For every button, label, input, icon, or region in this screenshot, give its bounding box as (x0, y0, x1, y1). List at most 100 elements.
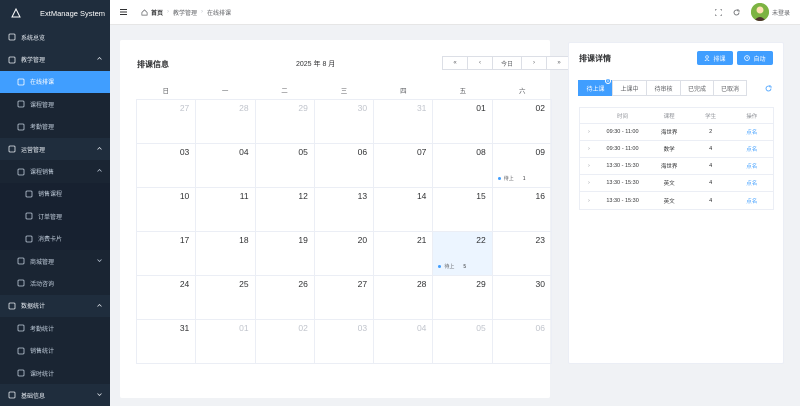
calendar-day-cell[interactable]: 17 (137, 232, 197, 276)
day-event[interactable]: 待上 5 (438, 263, 466, 270)
calendar-grid: 日一二三四五六 27 28 29 30 31 01 02 03 04 05 06 07 08 09 待上 1 1… (136, 84, 552, 364)
refresh-icon[interactable] (765, 85, 772, 92)
app-logo[interactable]: ExtManage System (0, 0, 110, 26)
sidebar-item-13[interactable]: 考勤统计 (0, 317, 110, 340)
calendar-day-cell[interactable]: 01 (196, 320, 256, 364)
calendar-day-cell[interactable]: 08 (433, 144, 493, 188)
expand-row-icon[interactable]: › (580, 129, 598, 135)
sidebar-item-14[interactable]: 销售统计 (0, 339, 110, 362)
user-login-status[interactable]: 未登录 (772, 8, 790, 17)
sidebar-item-2[interactable]: 在线排课 (0, 70, 110, 94)
calendar-day-cell[interactable]: 31 (137, 320, 197, 364)
sidebar-item-label: 基础信息 (21, 393, 46, 400)
calendar-day-cell[interactable]: 12 (255, 188, 315, 232)
calendar-day-cell[interactable]: 02 (492, 100, 552, 144)
calendar-day-cell[interactable]: 31 (374, 100, 434, 144)
expand-row-icon[interactable]: › (580, 198, 598, 204)
calendar-day-cell[interactable]: 06 (314, 144, 375, 188)
breadcrumb-home[interactable]: 首页 (151, 8, 163, 17)
calendar-week-row: 31 01 02 03 04 05 06 (137, 320, 552, 364)
prev-year-button[interactable]: « (442, 56, 468, 70)
sidebar-item-1[interactable]: 教学管理 (0, 48, 110, 70)
calendar-day-cell[interactable]: 29 (433, 276, 493, 320)
sidebar-item-4[interactable]: 考勤管理 (0, 115, 110, 138)
calendar-icon (17, 78, 25, 86)
avatar[interactable] (750, 3, 769, 21)
calendar-day-cell[interactable]: 27 (137, 100, 197, 144)
sidebar-item-11[interactable]: 活动咨询 (0, 272, 110, 295)
refresh-page-icon[interactable] (733, 8, 740, 16)
calendar-day-cell[interactable]: 13 (314, 188, 375, 232)
breadcrumb-teaching[interactable]: 教学管理 (173, 8, 197, 17)
calendar-day-cell[interactable]: 25 (196, 276, 256, 320)
calendar-day-cell[interactable]: 09 待上 1 (492, 144, 552, 188)
calendar-day-cell[interactable]: 14 (374, 188, 434, 232)
cell-course: 英文 (663, 198, 675, 205)
expand-row-icon[interactable]: › (580, 163, 598, 169)
roll-call-link[interactable]: 点名 (730, 179, 773, 187)
sidebar-item-label: 课程销售 (30, 170, 55, 177)
course-icon (17, 100, 25, 108)
calendar-day-cell[interactable]: 05 (433, 320, 493, 364)
today-button[interactable]: 今日 (492, 56, 522, 70)
calendar-day-cell[interactable]: 28 (374, 276, 434, 320)
calendar-day-cell[interactable]: 15 (433, 188, 493, 232)
calendar-day-cell[interactable]: 30 (492, 276, 552, 320)
sidebar-item-16[interactable]: 基础信息 (0, 384, 110, 406)
day-event[interactable]: 待上 1 (497, 175, 525, 182)
sidebar-item-5[interactable]: 运营管理 (0, 138, 110, 160)
tab-0[interactable]: 待上课 0 (578, 78, 613, 96)
sidebar-item-12[interactable]: 数据统计 (0, 295, 110, 317)
calendar-day-cell[interactable]: 28 (196, 100, 256, 144)
calendar-day-cell[interactable]: 29 (255, 100, 315, 144)
roll-call-link[interactable]: 点名 (730, 128, 773, 136)
calendar-day-cell[interactable]: 01 (433, 100, 493, 144)
calendar-day-cell[interactable]: 04 (374, 320, 434, 364)
expand-row-icon[interactable]: › (580, 146, 598, 152)
calendar-day-cell[interactable]: 30 (314, 100, 375, 144)
sidebar-item-6[interactable]: 课程销售 (0, 160, 110, 183)
sidebar-item-15[interactable]: 课时统计 (0, 361, 110, 385)
calendar-day-cell[interactable]: 26 (255, 276, 315, 320)
auto-schedule-button[interactable]: 自动 (737, 51, 773, 65)
tab-1[interactable]: 上课中 (612, 80, 647, 96)
prev-month-button[interactable]: ‹ (467, 56, 493, 70)
calendar-day-cell[interactable]: 19 (255, 232, 315, 276)
calendar-day-cell[interactable]: 04 (196, 144, 256, 188)
calendar-day-cell[interactable]: 27 (314, 276, 375, 320)
expand-row-icon[interactable]: › (580, 180, 598, 186)
calendar-day-cell[interactable]: 20 (314, 232, 375, 276)
sidebar-item-9[interactable]: 消费卡片 (0, 227, 110, 250)
tab-2[interactable]: 待审核 (646, 80, 681, 96)
calendar-day-cell[interactable]: 06 (492, 320, 552, 364)
roll-call-link[interactable]: 点名 (730, 162, 773, 170)
calendar-day-cell[interactable]: 18 (196, 232, 256, 276)
sidebar-item-10[interactable]: 商城管理 (0, 249, 110, 273)
next-month-button[interactable]: › (521, 56, 547, 70)
tab-4[interactable]: 已取消 (713, 80, 747, 96)
arrange-course-button[interactable]: 排课 (697, 51, 733, 65)
calendar-day-cell[interactable]: 10 (137, 188, 197, 232)
sidebar-item-8[interactable]: 订单管理 (0, 205, 110, 228)
calendar-day-cell[interactable]: 02 (255, 320, 315, 364)
calendar-day-cell[interactable]: 11 (196, 188, 256, 232)
calendar-day-cell[interactable]: 03 (314, 320, 375, 364)
sidebar-item-label: 考勤统计 (30, 326, 55, 333)
roll-call-link[interactable]: 点名 (730, 145, 773, 153)
calendar-day-cell[interactable]: 05 (255, 144, 315, 188)
sidebar-item-0[interactable]: 系统总览 (0, 26, 110, 48)
tab-3[interactable]: 已完成 (680, 80, 714, 96)
calendar-day-cell[interactable]: 16 (492, 188, 552, 232)
calendar-day-cell[interactable]: 24 (137, 276, 197, 320)
calendar-day-cell[interactable]: 03 (137, 144, 197, 188)
calendar-day-cell[interactable]: 21 (374, 232, 434, 276)
hamburger-icon[interactable] (120, 9, 127, 15)
calendar-day-cell[interactable]: 22 待上 5 (433, 232, 493, 276)
sidebar-item-7[interactable]: 销售课程 (0, 182, 110, 206)
arrange-course-label: 排课 (713, 56, 726, 63)
roll-call-link[interactable]: 点名 (730, 197, 773, 205)
fullscreen-icon[interactable] (714, 8, 722, 16)
sidebar-item-3[interactable]: 课程管理 (0, 93, 110, 116)
calendar-day-cell[interactable]: 23 (492, 232, 552, 276)
calendar-day-cell[interactable]: 07 (374, 144, 434, 188)
